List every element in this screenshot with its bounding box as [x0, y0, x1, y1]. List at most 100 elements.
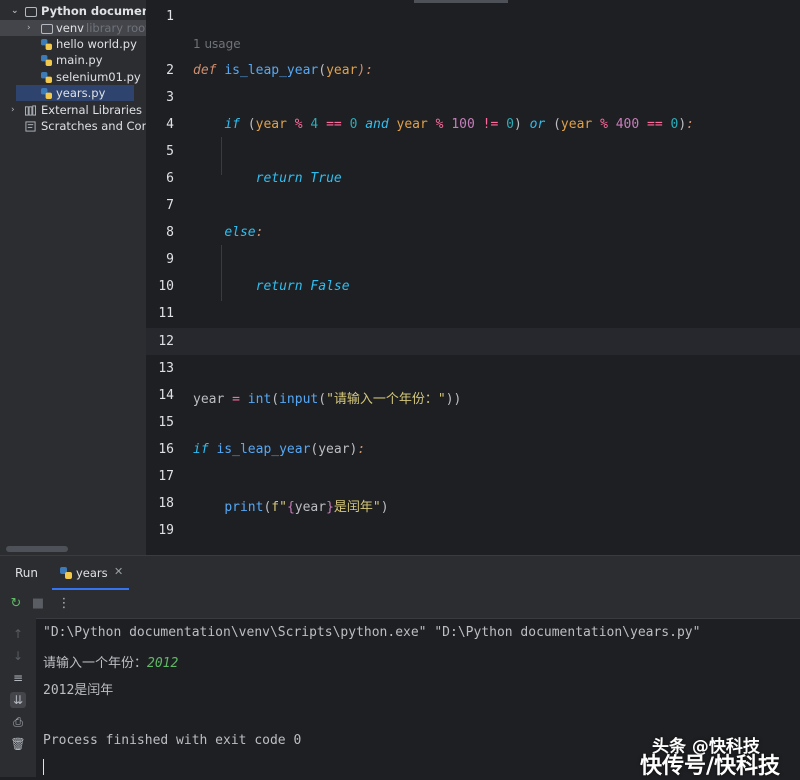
line-number: 10	[158, 279, 174, 294]
run-panel-title[interactable]: Run	[15, 566, 38, 580]
project-tool-window: ⌄ Python documentation › venv library ro…	[0, 0, 146, 555]
print-icon[interactable]: ⎙	[10, 714, 26, 730]
line-number: 13	[158, 361, 174, 376]
line-number: 6	[166, 171, 174, 186]
console-command-line: "D:\Python documentation\venv\Scripts\py…	[43, 625, 701, 640]
stop-icon[interactable]: ■	[30, 596, 46, 612]
keyword: and	[365, 117, 389, 132]
python-file-icon	[41, 55, 52, 66]
more-options-icon[interactable]: ⋮	[56, 596, 72, 612]
keyword: return	[255, 171, 303, 186]
line-number: 16	[158, 442, 174, 457]
console-prompt-line: 请输入一个年份：2012	[43, 652, 178, 671]
builtin-call: print	[224, 500, 264, 515]
run-tab-years[interactable]: years ✕	[52, 556, 129, 590]
keyword: def	[193, 63, 217, 78]
chevron-right-icon[interactable]: ›	[27, 20, 31, 36]
watermark-line-2: 快传号/快科技	[640, 754, 781, 779]
line-number: 3	[166, 90, 174, 105]
code-line-10[interactable]: return False	[193, 279, 350, 294]
console-prompt: 请输入一个年份：	[43, 656, 148, 671]
python-file-icon	[41, 39, 52, 50]
line-number: 5	[166, 144, 174, 159]
line-number: 19	[158, 523, 174, 538]
line-number: 9	[166, 252, 174, 267]
editor-scrollbar[interactable]	[414, 0, 508, 3]
code-line-18[interactable]: print(f"{year}是闰年")	[193, 496, 388, 515]
string-literal: f"	[271, 500, 287, 515]
folder-icon	[25, 7, 37, 17]
project-root-label: Python documentation	[41, 4, 146, 18]
literal: False	[310, 279, 350, 294]
tree-item-venv[interactable]: › venv library root	[0, 20, 146, 36]
tree-item-scratches[interactable]: Scratches and Consoles	[0, 118, 146, 134]
line-number: 11	[158, 306, 174, 321]
function-name: is_leap_year	[224, 63, 319, 78]
literal: True	[310, 171, 342, 186]
tree-item-years[interactable]: years.py	[16, 85, 134, 101]
variable: year	[294, 500, 327, 515]
python-file-icon	[60, 567, 72, 579]
library-icon	[25, 105, 36, 116]
keyword: if	[224, 117, 240, 132]
arrow-up-icon[interactable]: ↑	[10, 626, 26, 642]
code-line-4[interactable]: if (year % 4 == 0 and year % 100 != 0) o…	[193, 117, 694, 132]
string-literal: "请输入一个年份："	[326, 392, 446, 407]
indent-guide	[221, 137, 222, 175]
tree-item-label: years.py	[56, 86, 106, 100]
run-toolbar: ↻ ■ ⋮	[0, 590, 800, 619]
console-cursor[interactable]	[43, 759, 44, 775]
function-call: is_leap_year	[216, 442, 311, 457]
tree-item-selenium01[interactable]: selenium01.py	[0, 69, 146, 85]
code-line-16[interactable]: if is_leap_year(year):	[193, 442, 365, 457]
folder-icon	[41, 24, 53, 34]
code-line-14[interactable]: year = int(input("请输入一个年份："))	[193, 388, 461, 407]
line-number: 18	[158, 496, 174, 511]
soft-wrap-icon[interactable]: ≡	[10, 670, 26, 686]
console-user-input: 2012	[147, 656, 179, 671]
line-number: 2	[166, 63, 174, 78]
run-header: Run years ✕	[0, 556, 800, 590]
tree-item-label: hello world.py	[56, 37, 137, 51]
current-line-highlight	[146, 328, 800, 355]
tree-item-hello-world[interactable]: hello world.py	[0, 36, 146, 52]
tree-item-main[interactable]: main.py	[0, 52, 146, 68]
chevron-down-icon[interactable]: ⌄	[11, 3, 19, 19]
python-file-icon	[41, 72, 52, 83]
parameter: year	[326, 63, 358, 78]
chevron-right-icon[interactable]: ›	[11, 102, 15, 118]
scroll-to-end-icon[interactable]: ⇊	[10, 692, 26, 708]
code-line-8[interactable]: else:	[193, 225, 263, 240]
tree-item-label: venv	[56, 21, 84, 35]
keyword: if	[193, 442, 209, 457]
builtin-call: input	[279, 392, 319, 407]
line-number: 4	[166, 117, 174, 132]
arrow-down-icon[interactable]: ↓	[10, 648, 26, 664]
string-literal: 是闰年"	[333, 500, 381, 515]
keyword: or	[529, 117, 546, 132]
code-line-6[interactable]: return True	[193, 171, 342, 186]
console-output-line: 2012是闰年	[43, 683, 114, 698]
library-root-hint: library root	[86, 21, 146, 35]
keyword: return	[255, 279, 303, 294]
code-editor[interactable]: 1 2 3 4 5 6 7 8 9 10 11 12 13 14 15 16 1…	[146, 0, 800, 540]
line-number: 17	[158, 469, 174, 484]
keyword: else	[224, 225, 256, 240]
rerun-icon[interactable]: ↻	[8, 596, 24, 612]
console-side-toolbar: ↑ ↓ ≡ ⇊ ⎙ 🗑	[0, 618, 36, 777]
code-line-2[interactable]: def is_leap_year(year):	[193, 63, 373, 78]
project-root-row[interactable]: ⌄ Python documentation	[0, 3, 146, 19]
scratches-icon	[25, 121, 36, 132]
usage-hint[interactable]: 1 usage	[193, 37, 241, 51]
line-number: 14	[158, 388, 174, 403]
tree-item-external-libraries[interactable]: › External Libraries	[0, 102, 146, 118]
trash-icon[interactable]: 🗑	[10, 736, 26, 752]
line-number-gutter[interactable]: 1 2 3 4 5 6 7 8 9 10 11 12 13 14 15 16 1…	[146, 0, 192, 540]
tree-item-label: External Libraries	[41, 103, 143, 117]
tree-item-label: Scratches and Consoles	[41, 119, 146, 133]
horizontal-scrollbar[interactable]	[6, 546, 68, 552]
run-tab-label: years	[76, 566, 108, 580]
close-icon[interactable]: ✕	[114, 565, 123, 578]
line-number: 1	[166, 9, 174, 24]
variable: year	[193, 392, 225, 407]
